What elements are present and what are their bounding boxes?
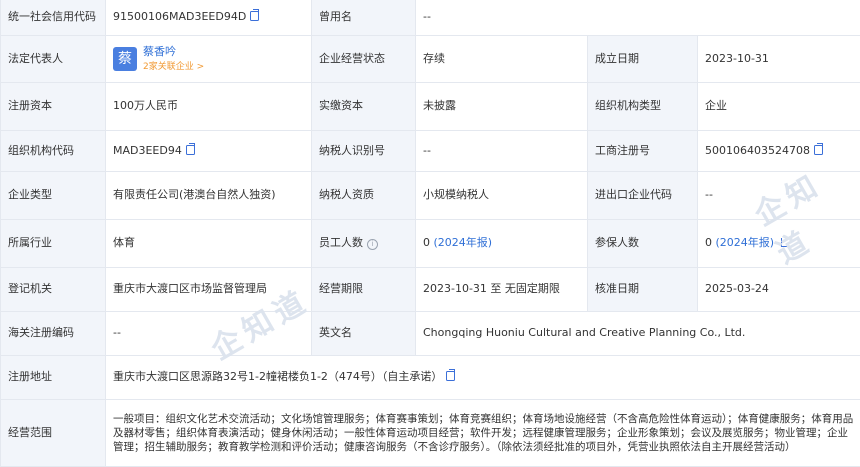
value-reg-authority: 重庆市大渡口区市场监督管理局 [106, 268, 312, 312]
label-business-scope: 经营范围 [1, 400, 106, 467]
annual-report-link[interactable]: (2024年报) [716, 236, 775, 249]
value-customs-code: -- [106, 312, 312, 356]
label-customs-code: 海关注册编码 [1, 312, 106, 356]
value-approval-date: 2025-03-24 [698, 268, 860, 312]
value-credit-code: 91500106MAD3EED94D [106, 0, 312, 36]
label-org-type: 组织机构类型 [588, 83, 698, 131]
value-address: 重庆市大渡口区思源路32号1-2幢裙楼负1-2（474号）（自主承诺） [106, 356, 860, 400]
avatar[interactable]: 蔡 [113, 47, 137, 71]
value-founded: 2023-10-31 [698, 36, 860, 83]
label-status: 企业经营状态 [312, 36, 416, 83]
copy-icon[interactable] [250, 11, 259, 21]
row-business-scope: 经营范围 一般项目：组织文化艺术交流活动；文化场馆管理服务；体育赛事策划；体育竞… [1, 400, 860, 467]
row-address: 注册地址 重庆市大渡口区思源路32号1-2幢裙楼负1-2（474号）（自主承诺） [1, 356, 860, 400]
value-taxpayer-id: -- [416, 131, 588, 172]
label-address: 注册地址 [1, 356, 106, 400]
value-org-type: 企业 [698, 83, 860, 131]
copy-icon[interactable] [446, 371, 455, 381]
value-legal-rep: 蔡 蔡香吟 2家关联企业 > [106, 36, 312, 83]
label-legal-rep: 法定代表人 [1, 36, 106, 83]
info-icon[interactable]: i [367, 239, 378, 250]
label-employees: 员工人数i [312, 220, 416, 268]
label-insured: 参保人数 [588, 220, 698, 268]
value-org-code: MAD3EED94 [106, 131, 312, 172]
label-reg-authority: 登记机关 [1, 268, 106, 312]
label-approval-date: 核准日期 [588, 268, 698, 312]
legal-rep-name-link[interactable]: 蔡香吟 [143, 45, 204, 60]
label-credit-code: 统一社会信用代码 [1, 0, 106, 36]
label-org-code: 组织机构代码 [1, 131, 106, 172]
related-companies-link[interactable]: 2家关联企业 > [143, 61, 204, 73]
label-taxpayer-qual: 纳税人资质 [312, 172, 416, 220]
row-customs: 海关注册编码 -- 英文名 Chongqing Huoniu Cultural … [1, 312, 860, 356]
value-employees: 0 (2024年报) [416, 220, 588, 268]
trend-chart-icon[interactable] [781, 238, 791, 247]
copy-icon[interactable] [814, 145, 823, 155]
label-founded: 成立日期 [588, 36, 698, 83]
value-paid-capital: 未披露 [416, 83, 588, 131]
label-former-name: 曾用名 [312, 0, 416, 36]
label-company-type: 企业类型 [1, 172, 106, 220]
annual-report-link[interactable]: (2024年报) [434, 236, 493, 249]
value-import-export: -- [698, 172, 860, 220]
label-english-name: 英文名 [312, 312, 416, 356]
row-industry: 所属行业 体育 员工人数i 0 (2024年报) 参保人数 0 (2024年报) [1, 220, 860, 268]
row-capital: 注册资本 100万人民币 实缴资本 未披露 组织机构类型 企业 [1, 83, 860, 131]
label-reg-capital: 注册资本 [1, 83, 106, 131]
value-status: 存续 [416, 36, 588, 83]
value-business-scope: 一般项目：组织文化艺术交流活动；文化场馆管理服务；体育赛事策划；体育竞赛组织；体… [106, 400, 860, 467]
value-company-type: 有限责任公司(港澳台自然人独资) [106, 172, 312, 220]
value-english-name: Chongqing Huoniu Cultural and Creative P… [416, 312, 860, 356]
label-taxpayer-id: 纳税人识别号 [312, 131, 416, 172]
label-business-reg-no: 工商注册号 [588, 131, 698, 172]
value-business-reg-no: 500106403524708 [698, 131, 860, 172]
value-reg-capital: 100万人民币 [106, 83, 312, 131]
label-industry: 所属行业 [1, 220, 106, 268]
value-insured: 0 (2024年报) [698, 220, 860, 268]
row-org-code: 组织机构代码 MAD3EED94 纳税人识别号 -- 工商注册号 5001064… [1, 131, 860, 172]
row-company-type: 企业类型 有限责任公司(港澳台自然人独资) 纳税人资质 小规模纳税人 进出口企业… [1, 172, 860, 220]
label-term: 经营期限 [312, 268, 416, 312]
label-import-export: 进出口企业代码 [588, 172, 698, 220]
copy-icon[interactable] [186, 145, 195, 155]
label-paid-capital: 实缴资本 [312, 83, 416, 131]
value-former-name: -- [416, 0, 860, 36]
row-credit-code: 统一社会信用代码 91500106MAD3EED94D 曾用名 -- [1, 0, 860, 36]
value-term: 2023-10-31 至 无固定期限 [416, 268, 588, 312]
company-info-table: 统一社会信用代码 91500106MAD3EED94D 曾用名 -- 法定代表人… [0, 0, 860, 467]
row-registration: 登记机关 重庆市大渡口区市场监督管理局 经营期限 2023-10-31 至 无固… [1, 268, 860, 312]
value-industry: 体育 [106, 220, 312, 268]
value-taxpayer-qual: 小规模纳税人 [416, 172, 588, 220]
row-legal-rep: 法定代表人 蔡 蔡香吟 2家关联企业 > 企业经营状态 存续 成立日期 2023… [1, 36, 860, 83]
